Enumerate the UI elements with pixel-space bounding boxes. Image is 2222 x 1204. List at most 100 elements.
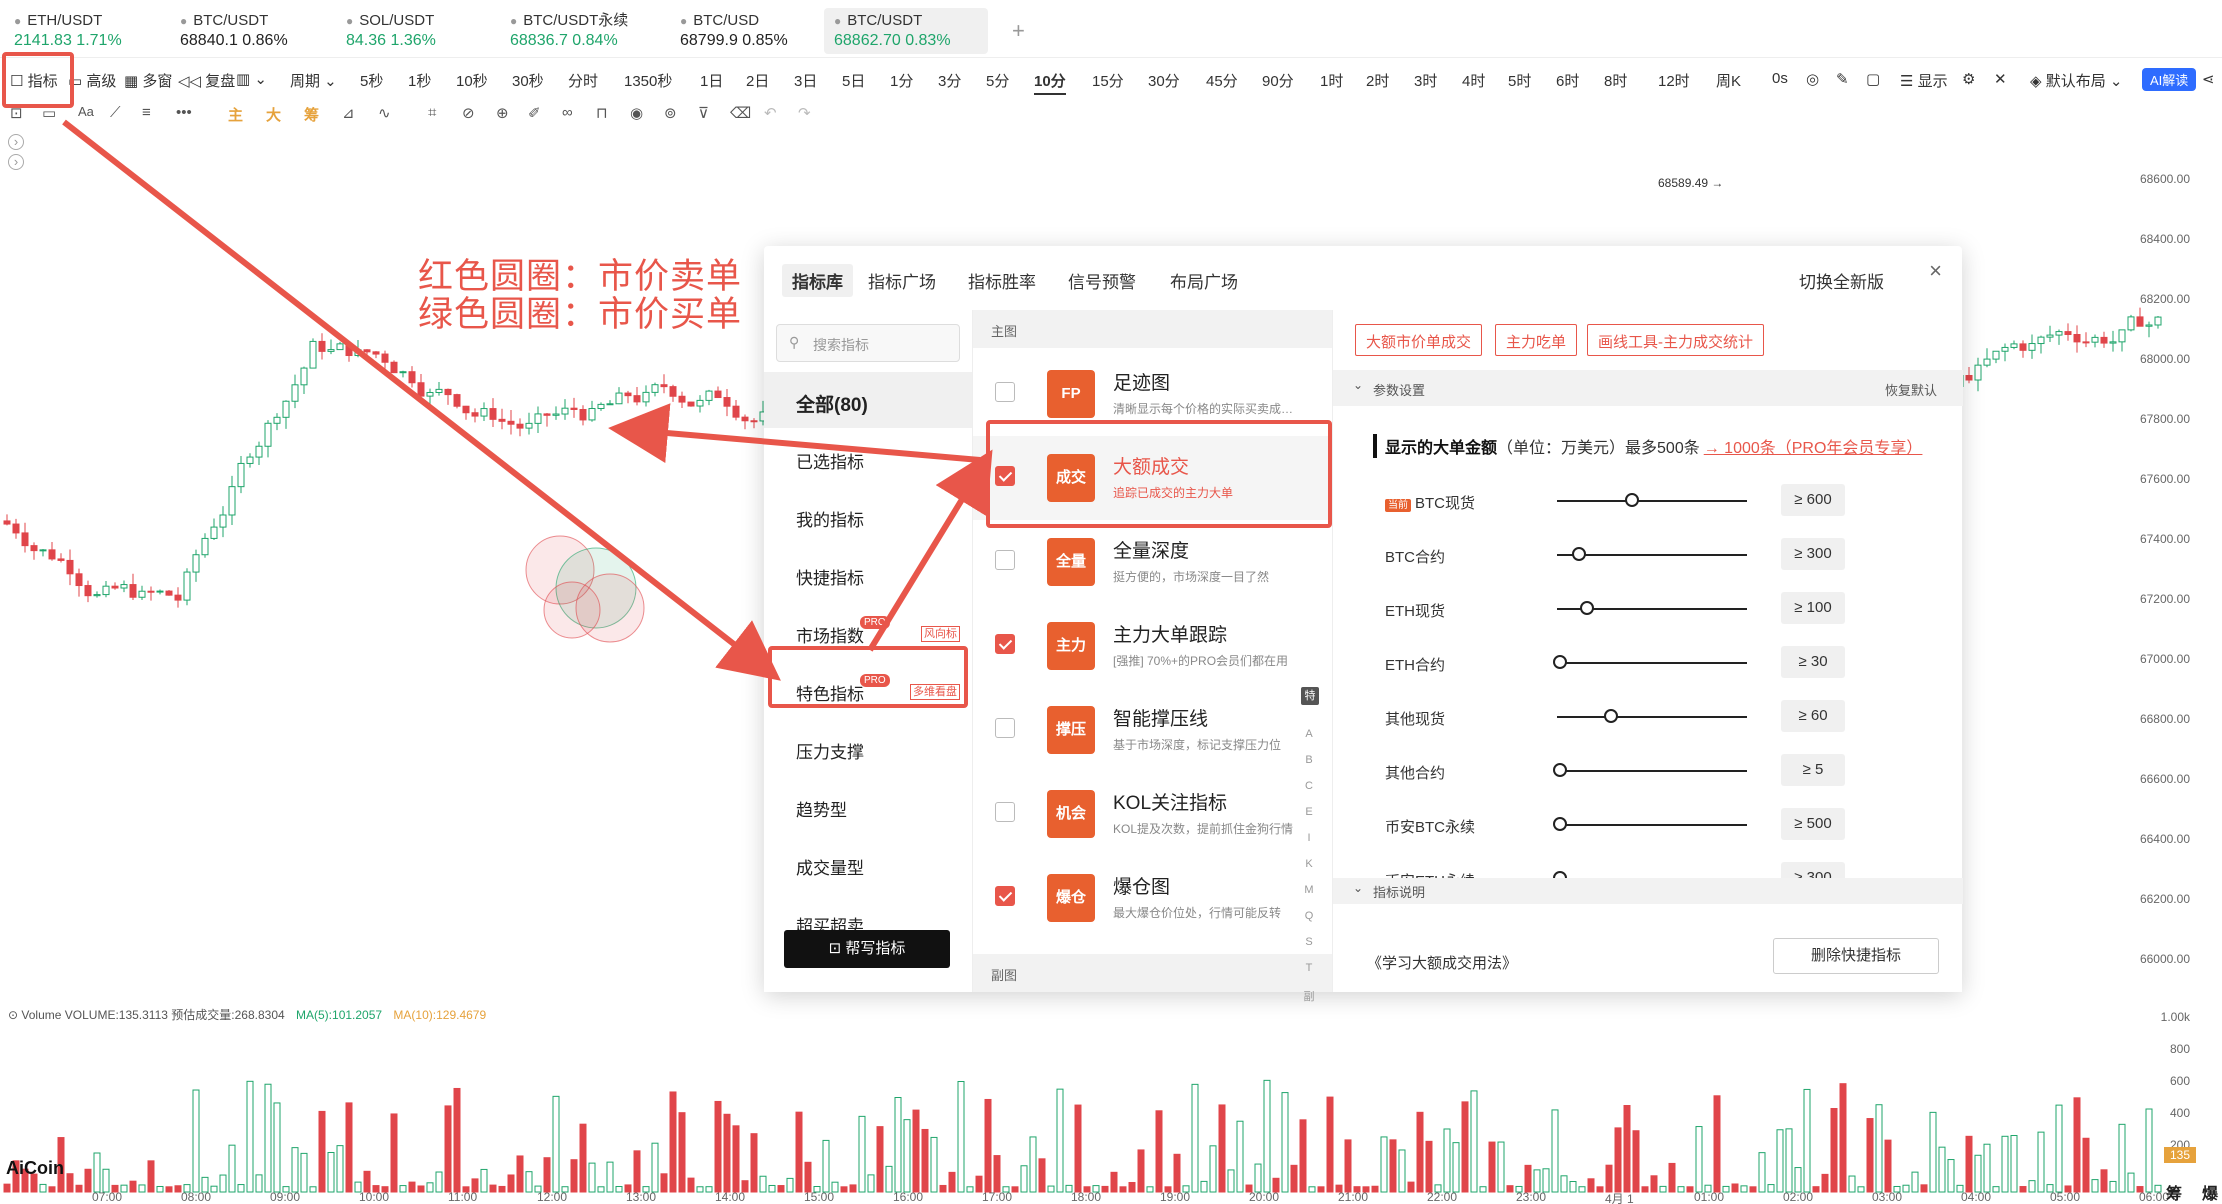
- dialog-tab-3[interactable]: 信号预警: [1068, 268, 1136, 293]
- interval-17[interactable]: 90分: [1262, 70, 1294, 91]
- interval-7[interactable]: 2日: [746, 70, 769, 91]
- slider-knob[interactable]: [1553, 655, 1567, 669]
- text-tool[interactable]: Aa: [78, 104, 94, 119]
- learn-link[interactable]: 《学习大额成交用法》: [1367, 952, 1517, 973]
- interval-15[interactable]: 30分: [1148, 70, 1180, 91]
- interval-18[interactable]: 1时: [1320, 70, 1343, 91]
- preset-tag[interactable]: 画线工具-主力成交统计: [1587, 324, 1764, 356]
- interval-21[interactable]: 4时: [1462, 70, 1485, 91]
- chevron-down-icon[interactable]: ⌄: [1353, 378, 1363, 392]
- market-tab[interactable]: ● ETH/USDT 2141.83 1.71%: [4, 8, 132, 54]
- chevron-down-icon[interactable]: ⌄: [1353, 881, 1363, 895]
- interval-1[interactable]: 1秒: [408, 70, 431, 91]
- pen-icon[interactable]: ✎: [1836, 70, 1849, 88]
- param-slider[interactable]: [1557, 716, 1747, 718]
- edit-icon[interactable]: ✐: [528, 104, 541, 122]
- interval-19[interactable]: 2时: [1366, 70, 1389, 91]
- interval-22[interactable]: 5时: [1508, 70, 1531, 91]
- interval-11[interactable]: 3分: [938, 70, 961, 91]
- interval-24[interactable]: 8时: [1604, 70, 1627, 91]
- brush-icon[interactable]: ∿: [378, 104, 391, 122]
- interval-20[interactable]: 3时: [1414, 70, 1437, 91]
- chou-tool[interactable]: 筹: [304, 104, 319, 125]
- interval-16[interactable]: 45分: [1206, 70, 1238, 91]
- preset-tag[interactable]: 大额市价单成交: [1355, 324, 1483, 356]
- zoom-icon[interactable]: ⊕: [496, 104, 509, 122]
- redo-icon[interactable]: ↷: [798, 104, 811, 122]
- add-tab-button[interactable]: +: [1012, 18, 1025, 44]
- indicator-item[interactable]: 全量 全量深度 挺方便的，市场深度一目了然: [973, 520, 1333, 604]
- interval-9[interactable]: 5日: [842, 70, 865, 91]
- help-write-button[interactable]: ⊡ 帮写指标: [784, 930, 950, 968]
- layout-icon[interactable]: ▢: [1866, 70, 1880, 88]
- settings-icon[interactable]: ⚙: [1962, 70, 1975, 88]
- interval-3[interactable]: 30秒: [512, 70, 544, 91]
- close-icon[interactable]: ×: [1929, 258, 1942, 284]
- slider-knob[interactable]: [1579, 601, 1594, 615]
- interval-5[interactable]: 1350秒: [624, 70, 672, 91]
- interval-26[interactable]: 周K: [1716, 70, 1741, 91]
- default-layout-select[interactable]: ◈ 默认布局 ⌄: [2030, 70, 2122, 91]
- interval-12[interactable]: 5分: [986, 70, 1009, 91]
- camera-icon[interactable]: ◎: [1806, 70, 1819, 88]
- market-tab[interactable]: ● BTC/USDT 68840.1 0.86%: [170, 8, 298, 54]
- param-value[interactable]: ≥ 300: [1781, 538, 1845, 570]
- bao-corner[interactable]: 爆: [2202, 1180, 2218, 1204]
- indicator-checkbox[interactable]: [995, 634, 1015, 654]
- param-slider[interactable]: [1557, 500, 1747, 502]
- chou-corner[interactable]: 筹: [2166, 1180, 2182, 1204]
- advanced-button[interactable]: ▭ 高级: [68, 70, 116, 91]
- market-tab[interactable]: ● BTC/USD 68799.9 0.85%: [670, 8, 798, 54]
- lock-icon[interactable]: ⊓: [596, 104, 608, 122]
- param-value[interactable]: ≥ 30: [1781, 646, 1845, 678]
- market-tab[interactable]: ● SOL/USDT 84.36 1.36%: [336, 8, 446, 54]
- market-tab[interactable]: ● BTC/USDT 68862.70 0.83%: [824, 8, 988, 54]
- alpha-index[interactable]: I: [1302, 832, 1316, 844]
- indicator-item[interactable]: 主力 主力大单跟踪 [强推] 70%+的PRO会员们都在用: [973, 604, 1333, 688]
- fullscreen-icon[interactable]: ✕: [1994, 70, 2007, 88]
- more-icon[interactable]: •••: [176, 104, 192, 121]
- interval-6[interactable]: 1日: [700, 70, 723, 91]
- alpha-index[interactable]: M: [1302, 884, 1316, 896]
- trash-icon[interactable]: ⌫: [730, 104, 751, 122]
- interval-14[interactable]: 15分: [1092, 70, 1124, 91]
- alpha-index-special[interactable]: 特: [1301, 687, 1319, 705]
- measure-icon[interactable]: ⊿: [342, 104, 355, 122]
- interval-4[interactable]: 分时: [568, 70, 598, 91]
- category-item[interactable]: 压力支撑: [764, 720, 972, 776]
- multi-window-button[interactable]: ▦ 多窗: [124, 70, 172, 91]
- indicator-checkbox[interactable]: [995, 550, 1015, 570]
- alpha-index[interactable]: T: [1302, 962, 1316, 974]
- delete-shortcut-button[interactable]: 删除快捷指标: [1773, 938, 1939, 974]
- param-value[interactable]: ≥ 500: [1781, 808, 1845, 840]
- category-item[interactable]: 全部(80): [764, 372, 972, 428]
- interval-2[interactable]: 10秒: [456, 70, 488, 91]
- dialog-tab-4[interactable]: 布局广场: [1170, 268, 1238, 293]
- param-value[interactable]: ≥ 5: [1781, 754, 1845, 786]
- undo-icon[interactable]: ↶: [764, 104, 777, 122]
- switch-new-version-button[interactable]: 切换全新版: [1799, 268, 1884, 293]
- param-value[interactable]: ≥ 60: [1781, 700, 1845, 732]
- category-item[interactable]: 成交量型: [764, 836, 972, 892]
- param-value[interactable]: ≥ 600: [1781, 484, 1845, 516]
- interval-25[interactable]: 12时: [1658, 70, 1690, 91]
- indicator-item[interactable]: 撑压 智能撑压线 基于市场深度，标记支撑压力位: [973, 688, 1333, 772]
- alpha-index[interactable]: Q: [1302, 910, 1316, 922]
- da-tool[interactable]: 大: [266, 104, 281, 125]
- slider-knob[interactable]: [1604, 709, 1619, 723]
- interval-23[interactable]: 6时: [1556, 70, 1579, 91]
- alpha-index[interactable]: S: [1302, 936, 1316, 948]
- interval-8[interactable]: 3日: [794, 70, 817, 91]
- period-select[interactable]: 周期 ⌄: [290, 70, 337, 91]
- slider-knob[interactable]: [1553, 817, 1567, 831]
- display-button[interactable]: ☰ 显示: [1900, 70, 1948, 91]
- dialog-tab-0[interactable]: 指标库: [782, 264, 853, 297]
- param-slider[interactable]: [1557, 824, 1747, 826]
- indicator-item[interactable]: 机会 KOL关注指标 KOL提及次数，提前抓住金狗行情: [973, 772, 1333, 856]
- zhu-tool[interactable]: 主: [228, 104, 243, 125]
- indicator-checkbox[interactable]: [995, 802, 1015, 822]
- ai-interpret-button[interactable]: AI解读: [2142, 68, 2197, 91]
- alpha-index[interactable]: E: [1302, 806, 1316, 818]
- market-tab[interactable]: ● BTC/USDT永续 68836.7 0.84%: [500, 8, 638, 54]
- replay-button[interactable]: ◁◁ 复盘: [178, 70, 235, 91]
